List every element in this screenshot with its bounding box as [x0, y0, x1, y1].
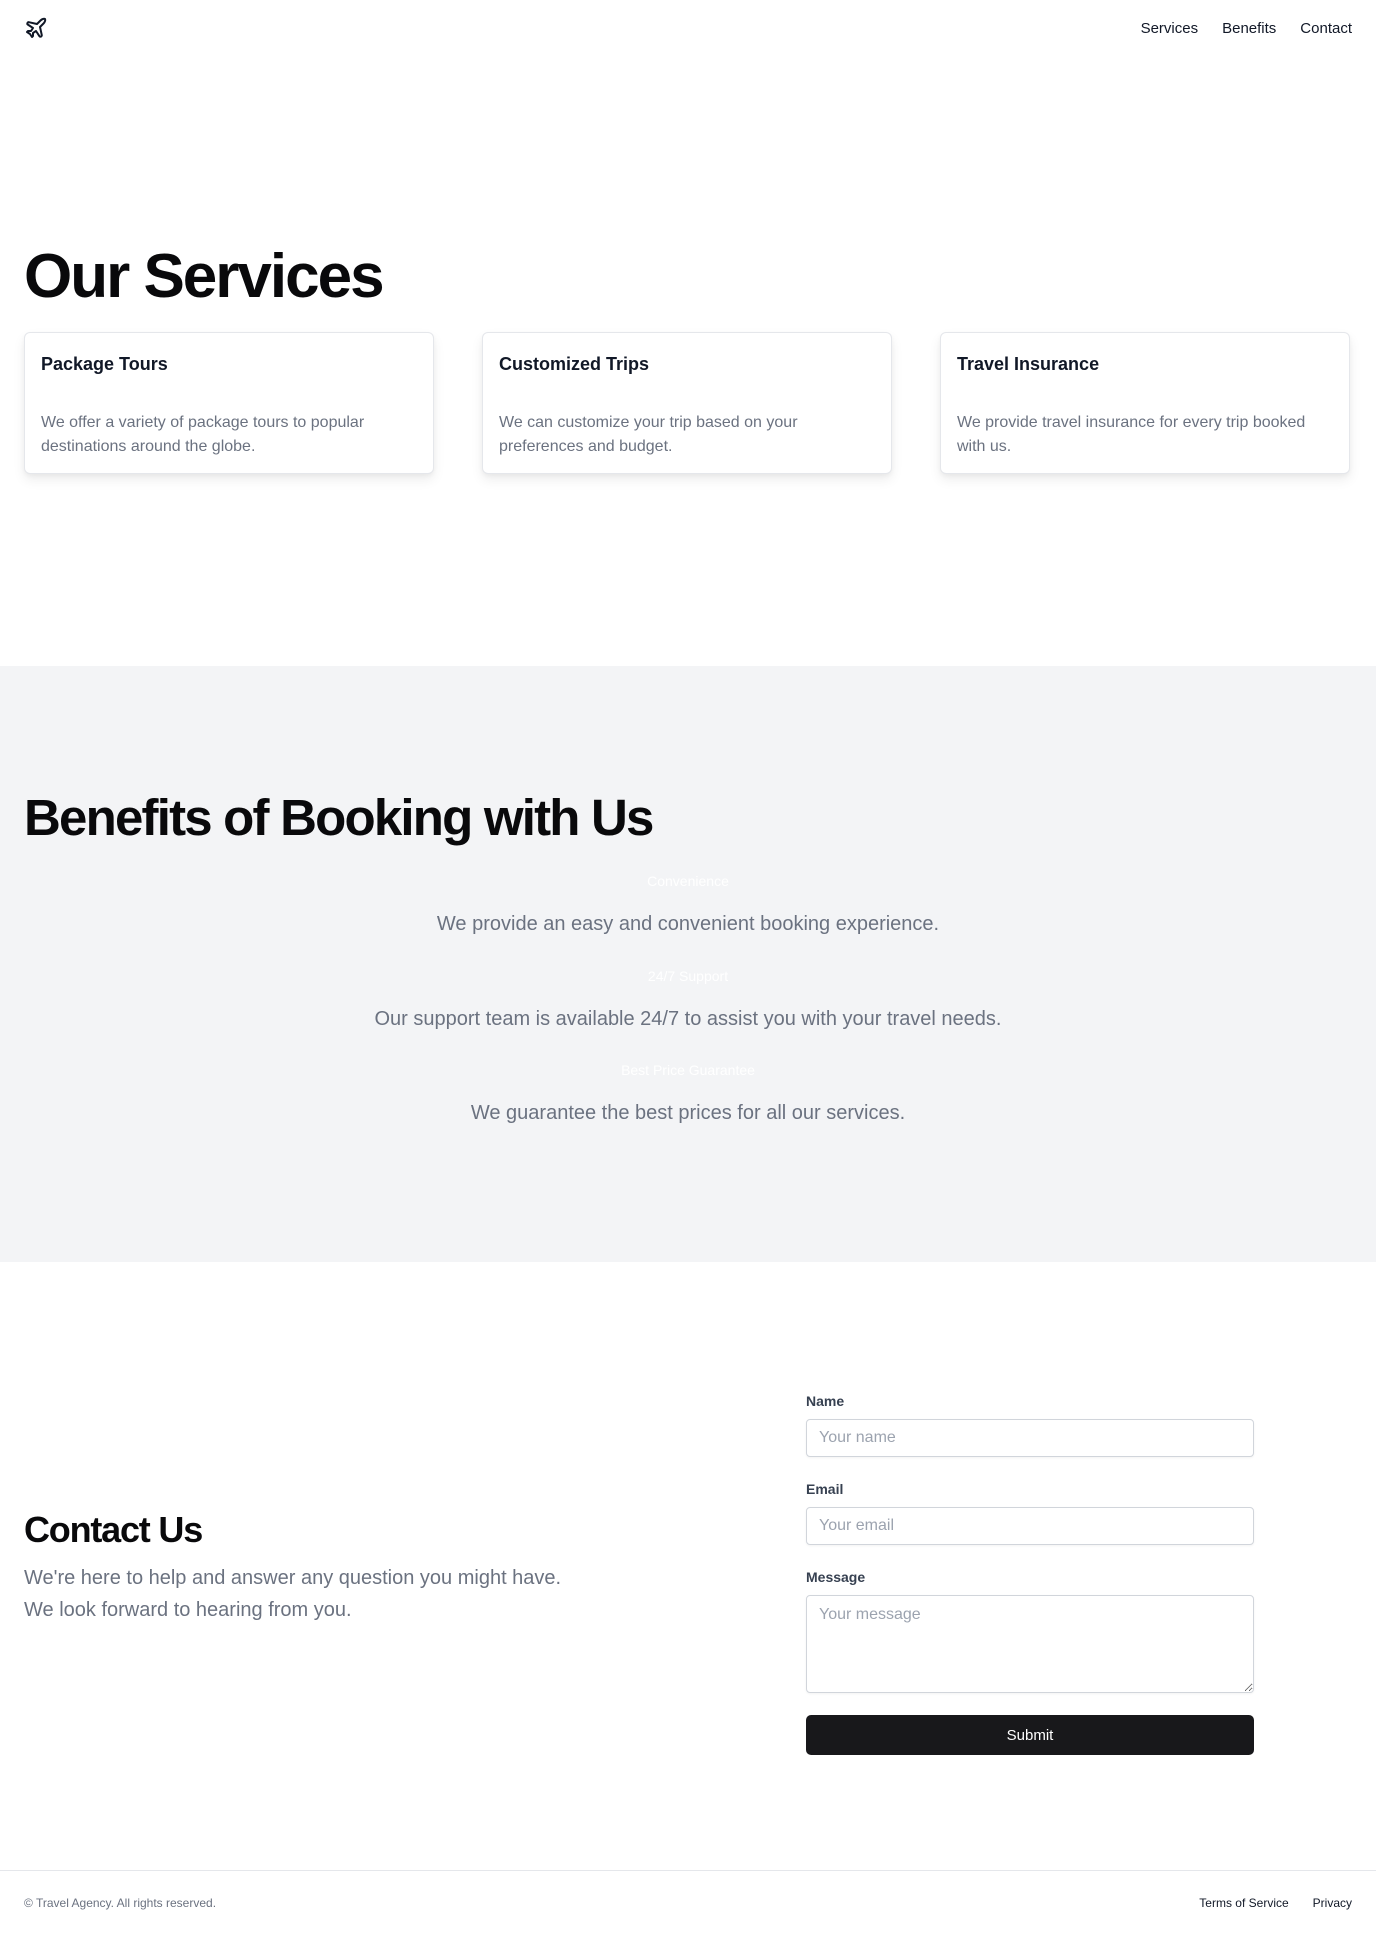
benefit-item-support: 24/7 Support Our support team is availab…	[0, 967, 1376, 1031]
airplane-icon[interactable]	[24, 16, 48, 40]
footer-links: Terms of Service Privacy	[1199, 1896, 1352, 1910]
privacy-link[interactable]: Privacy	[1313, 1896, 1352, 1910]
nav-link-benefits[interactable]: Benefits	[1222, 20, 1276, 37]
contact-section: Contact Us We're here to help and answer…	[0, 1262, 1376, 1870]
benefit-title: Best Price Guarantee	[621, 1062, 755, 1078]
message-label: Message	[806, 1569, 866, 1585]
service-card-customized-trips: Customized Trips We can customize your t…	[482, 332, 892, 474]
copyright-text: © Travel Agency. All rights reserved.	[24, 1896, 217, 1910]
service-card-description: We provide travel insurance for every tr…	[957, 414, 1306, 455]
benefit-item-best-price: Best Price Guarantee We guarantee the be…	[0, 1061, 1376, 1125]
services-section: Our Services Package Tours We offer a va…	[0, 56, 1376, 666]
benefit-title: Convenience	[647, 873, 729, 889]
contact-intro: Contact Us We're here to help and answer…	[24, 1510, 561, 1626]
benefit-description: Our support team is available 24/7 to as…	[374, 1008, 1002, 1030]
service-card-title: Travel Insurance	[957, 354, 1100, 374]
benefits-title: Benefits of Booking with Us	[24, 789, 654, 846]
name-label: Name	[806, 1393, 845, 1409]
service-card-title: Package Tours	[41, 354, 168, 374]
terms-link[interactable]: Terms of Service	[1199, 1896, 1288, 1910]
benefit-description: We provide an easy and convenient bookin…	[436, 913, 940, 935]
nav-link-services[interactable]: Services	[1141, 20, 1199, 37]
services-title: Our Services	[24, 242, 385, 311]
nav-link-contact[interactable]: Contact	[1300, 20, 1352, 37]
contact-form: Name Email Message Submit	[806, 1392, 1254, 1755]
service-card-description: We offer a variety of package tours to p…	[41, 414, 365, 455]
name-input[interactable]	[806, 1419, 1254, 1457]
email-label: Email	[806, 1481, 844, 1497]
service-card-description: We can customize your trip based on your…	[499, 414, 798, 455]
benefit-title: 24/7 Support	[647, 968, 729, 984]
contact-text-line-1: We're here to help and answer any questi…	[24, 1566, 562, 1589]
service-card-travel-insurance: Travel Insurance We provide travel insur…	[940, 332, 1350, 474]
main-nav: Services Benefits Contact	[1141, 20, 1352, 37]
service-card-package-tours: Package Tours We offer a variety of pack…	[24, 332, 434, 474]
service-cards: Package Tours We offer a variety of pack…	[24, 332, 1351, 474]
site-footer: © Travel Agency. All rights reserved. Te…	[0, 1870, 1376, 1935]
benefit-description: We guarantee the best prices for all our…	[470, 1102, 906, 1124]
email-input[interactable]	[806, 1507, 1254, 1545]
contact-text-line-2: We look forward to hearing from you.	[24, 1598, 352, 1621]
benefits-section: Benefits of Booking with Us Convenience …	[0, 666, 1376, 1262]
contact-title: Contact Us	[24, 1509, 203, 1550]
submit-button[interactable]: Submit	[806, 1715, 1254, 1755]
contact-text: We're here to help and answer any questi…	[24, 1562, 561, 1626]
benefit-item-convenience: Convenience We provide an easy and conve…	[0, 872, 1376, 936]
site-header: Services Benefits Contact	[0, 0, 1376, 56]
message-textarea[interactable]	[806, 1595, 1254, 1693]
service-card-title: Customized Trips	[499, 354, 650, 374]
